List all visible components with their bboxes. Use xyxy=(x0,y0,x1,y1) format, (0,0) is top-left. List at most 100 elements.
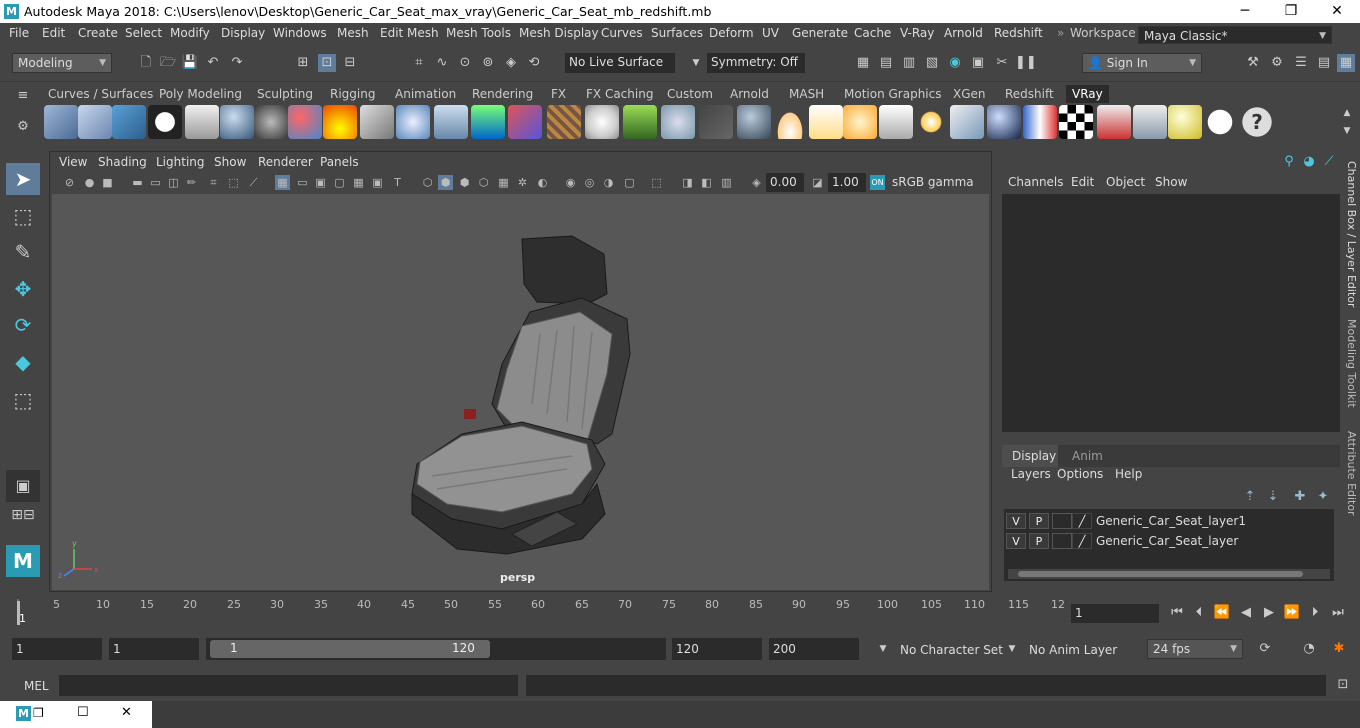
vray-logo-icon[interactable] xyxy=(148,105,182,139)
vray-sun-dome-icon[interactable] xyxy=(773,105,807,139)
color-space-label[interactable]: sRGB gamma xyxy=(888,173,988,192)
move-layer-down-icon[interactable]: ⇣ xyxy=(1264,488,1282,506)
menu-cache[interactable]: Cache xyxy=(854,26,891,40)
safe-action-icon[interactable]: ▣ xyxy=(370,175,385,190)
move-layer-up-icon[interactable]: ⇡ xyxy=(1241,488,1259,506)
shelf-tab-rigging[interactable]: Rigging xyxy=(324,85,381,103)
paint-select-tool-icon[interactable]: ✎ xyxy=(6,236,40,268)
vray-globe-icon[interactable] xyxy=(737,105,771,139)
range-slider-handle[interactable]: 1 120 xyxy=(210,640,490,658)
vray-proxy-icon[interactable] xyxy=(78,105,112,139)
maximize-icon[interactable]: ☐ xyxy=(77,705,89,720)
minimize-button[interactable]: ─ xyxy=(1222,0,1268,23)
maximize-button[interactable]: ❐ xyxy=(1268,0,1314,23)
exposure-icon[interactable]: ◈ xyxy=(749,175,764,190)
viewport-menu-renderer[interactable]: Renderer xyxy=(258,155,313,169)
menu-curves[interactable]: Curves xyxy=(601,26,643,40)
shelf-scroll-down-icon[interactable]: ▼ xyxy=(1338,122,1356,140)
menu-modify[interactable]: Modify xyxy=(170,26,210,40)
channel-box-area[interactable] xyxy=(1002,194,1340,432)
menu-file[interactable]: File xyxy=(9,26,29,40)
smooth-shade-icon[interactable]: ⬢ xyxy=(438,175,453,190)
new-layer-selected-icon[interactable]: ✦ xyxy=(1314,488,1332,506)
gate-mask-icon[interactable]: ▢ xyxy=(332,175,347,190)
vray-sphere-light-2-icon[interactable] xyxy=(843,105,877,139)
menu-vray[interactable]: V-Ray xyxy=(900,26,934,40)
animation-preferences-icon[interactable]: ✱ xyxy=(1330,640,1348,658)
animation-start-field[interactable]: 1 xyxy=(12,638,102,660)
vray-dome-icon[interactable] xyxy=(585,105,619,139)
side-tab-channel-box[interactable]: Channel Box / Layer Editor xyxy=(1345,161,1358,308)
go-to-start-icon[interactable]: ⏮ xyxy=(1168,604,1186,622)
3d-viewport[interactable]: y x z persp xyxy=(52,194,989,590)
new-scene-icon[interactable]: 🗋 xyxy=(137,54,155,72)
menu-display[interactable]: Display xyxy=(221,26,265,40)
layer-row[interactable]: V P ╱ Generic_Car_Seat_layer xyxy=(1004,533,1334,551)
shelf-tab-vray[interactable]: VRay xyxy=(1066,85,1109,103)
vray-particles-icon[interactable] xyxy=(661,105,695,139)
viewport-menu-shading[interactable]: Shading xyxy=(98,155,147,169)
play-forward-icon[interactable]: ▶ xyxy=(1260,604,1278,622)
next-key-icon[interactable]: ⏩ xyxy=(1283,604,1301,622)
menu-mesh[interactable]: Mesh xyxy=(337,26,369,40)
shadows-icon[interactable]: ✲ xyxy=(515,175,530,190)
layer-playback-toggle[interactable]: P xyxy=(1029,533,1049,549)
backface-culling-icon[interactable]: ▥ xyxy=(719,175,734,190)
layer-color-swatch[interactable]: ╱ xyxy=(1072,513,1092,529)
multisample-icon[interactable]: ◎ xyxy=(582,175,597,190)
play-backward-icon[interactable]: ◀ xyxy=(1237,604,1255,622)
fps-dropdown[interactable]: 24 fps ▼ xyxy=(1147,639,1243,659)
select-component-icon[interactable]: ⊟ xyxy=(341,54,359,72)
layer-toggle-icon[interactable]: ⟋ xyxy=(1320,153,1338,171)
menu-windows[interactable]: Windows xyxy=(273,26,327,40)
vray-curve-icon[interactable] xyxy=(699,105,733,139)
exposure-field[interactable]: 0.00 xyxy=(766,173,804,192)
menu-redshift[interactable]: Redshift xyxy=(994,26,1043,40)
channel-edit-menu[interactable]: Edit xyxy=(1071,175,1094,189)
tool-settings-icon[interactable]: ☰ xyxy=(1292,54,1310,72)
render-settings-icon[interactable]: ▧ xyxy=(923,54,941,72)
vray-fur-icon[interactable] xyxy=(508,105,542,139)
prev-key-icon[interactable]: ⏪ xyxy=(1213,604,1231,622)
color-management-icon[interactable]: ON xyxy=(870,175,885,190)
shelf-tab-sculpting[interactable]: Sculpting xyxy=(251,85,319,103)
auto-key-icon[interactable]: ◔ xyxy=(1300,640,1318,658)
layer-playback-toggle[interactable]: P xyxy=(1029,513,1049,529)
menu-create[interactable]: Create xyxy=(78,26,118,40)
anim-layer-label[interactable]: No Anim Layer xyxy=(1029,643,1117,657)
depth-of-field-icon[interactable]: ◑ xyxy=(601,175,616,190)
shelf-tab-custom[interactable]: Custom xyxy=(661,85,719,103)
select-object-icon[interactable]: ⊡ xyxy=(318,54,336,72)
vray-sphere-light-icon[interactable] xyxy=(396,105,430,139)
film-gate-icon[interactable]: ▭ xyxy=(295,175,310,190)
undo-icon[interactable]: ↶ xyxy=(204,54,222,72)
options-menu[interactable]: Options xyxy=(1057,467,1103,481)
sign-in-button[interactable]: 👤 Sign In ▼ xyxy=(1082,53,1202,73)
redo-icon[interactable]: ↷ xyxy=(228,54,246,72)
menu-generate[interactable]: Generate xyxy=(792,26,848,40)
viewport-menu-show[interactable]: Show xyxy=(214,155,246,169)
layer-type-toggle[interactable] xyxy=(1052,533,1072,549)
render-frame-icon[interactable]: ▤ xyxy=(877,54,895,72)
chevron-down-icon[interactable]: ▼ xyxy=(874,640,892,658)
tab-anim[interactable]: Anim xyxy=(1072,449,1103,463)
step-forward-icon[interactable]: ⏵ xyxy=(1306,604,1324,622)
snapshot-icon[interactable]: ✂ xyxy=(993,54,1011,72)
layers-menu[interactable]: Layers xyxy=(1011,467,1051,481)
help-menu[interactable]: Help xyxy=(1115,467,1142,481)
snap-pivot-icon[interactable]: ⟲ xyxy=(525,54,543,72)
channel-show-menu[interactable]: Show xyxy=(1155,175,1187,189)
select-hierarchy-icon[interactable]: ⊞ xyxy=(294,54,312,72)
tab-display[interactable]: Display xyxy=(1002,445,1058,467)
car-seat-model[interactable]: y x z xyxy=(52,194,989,590)
vray-framebuffer-icon[interactable] xyxy=(112,105,146,139)
vray-toon-icon[interactable] xyxy=(1023,105,1057,139)
workspace-dropdown[interactable]: Maya Classic* ▼ xyxy=(1138,26,1332,44)
single-view-icon[interactable]: ▣ xyxy=(6,470,40,502)
gamma-field[interactable]: 1.00 xyxy=(828,173,866,192)
camera-select-icon[interactable]: ⊘ xyxy=(62,175,77,190)
command-input[interactable] xyxy=(59,675,518,696)
last-tool-icon[interactable]: ⬚ xyxy=(6,384,40,416)
camera-lock-icon[interactable]: ● xyxy=(82,175,97,190)
scale-tool-icon[interactable]: ◆ xyxy=(6,346,40,378)
